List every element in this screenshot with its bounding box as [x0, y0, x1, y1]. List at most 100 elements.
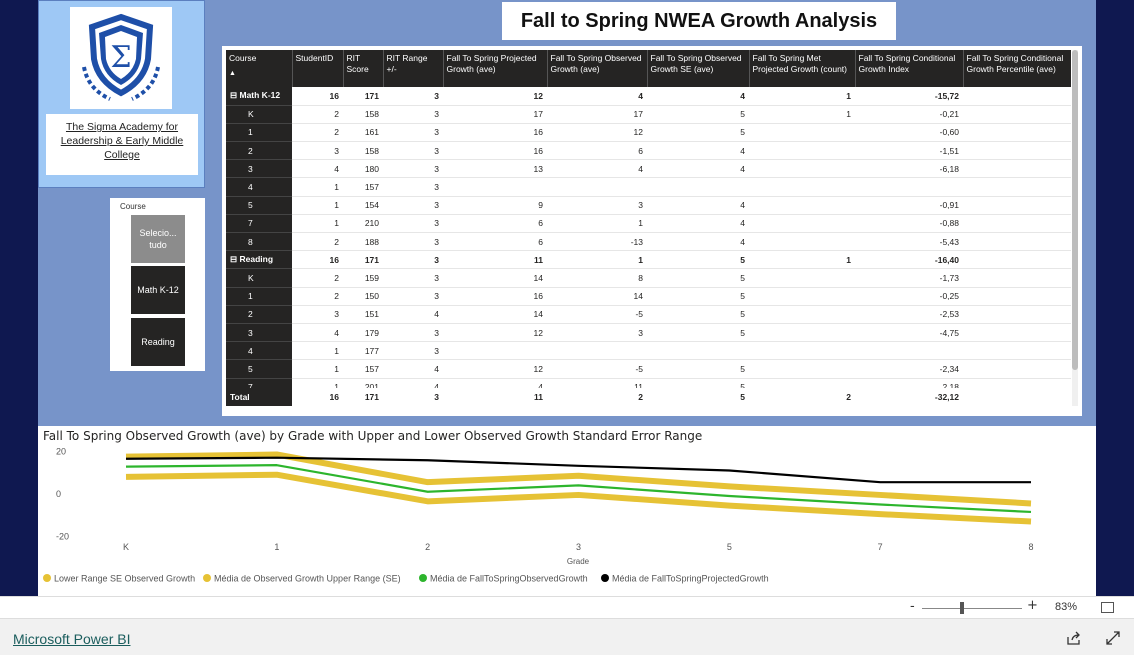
row-header-cell: 3 — [226, 159, 292, 179]
table-group-row[interactable]: ⊟ Math K-1216171312441-15,7216 — [226, 87, 1071, 106]
table-row[interactable]: 12161316125-0,6027 — [226, 123, 1071, 143]
table-cell: 4 — [547, 159, 647, 179]
table-cell: 154 — [343, 196, 383, 215]
school-name-link[interactable]: The Sigma Academy for Leadership & Early… — [46, 114, 198, 175]
table-cell: 1 — [749, 105, 855, 124]
total-cell: 16 — [292, 387, 343, 406]
column-header[interactable]: Course ▲ — [226, 50, 293, 87]
table-row[interactable]: 51157412-55-2,341 — [226, 359, 1071, 379]
table-cell: -0,21 — [855, 105, 963, 124]
table-row[interactable]: 4 1 177 3 — [226, 341, 1071, 361]
table-cell — [855, 177, 963, 197]
column-header[interactable]: RIT Range +/- — [383, 50, 444, 87]
column-header[interactable]: StudentID — [292, 50, 344, 87]
table-cell — [749, 141, 855, 161]
fit-to-page-icon[interactable] — [1101, 602, 1114, 613]
zoom-slider-handle[interactable] — [960, 602, 964, 614]
table-cell: 16 — [292, 87, 343, 106]
table-row[interactable]: 511543934-0,9118 — [226, 196, 1071, 215]
column-header[interactable]: Fall To Spring Conditional Growth Percen… — [963, 50, 1071, 87]
table-row[interactable]: K215931485 -1,7326 — [226, 268, 1071, 288]
row-header-cell: 4 — [226, 177, 292, 197]
power-bi-link[interactable]: Microsoft Power BI — [13, 631, 130, 647]
legend-label[interactable]: Lower Range SE Observed Growth — [54, 574, 195, 584]
table-cell: 26 — [963, 268, 1071, 288]
table-cell: 19 — [963, 214, 1071, 234]
table-cell: -5 — [547, 359, 647, 379]
column-header[interactable]: RIT Score — [343, 50, 384, 87]
table-cell: 16 — [443, 287, 547, 306]
x-tick-label: 1 — [274, 542, 279, 552]
legend-label[interactable]: Média de FallToSpringProjectedGrowth — [612, 574, 769, 584]
table-row[interactable]: 3417931235-4,7518 — [226, 323, 1071, 343]
table-cell: 158 — [343, 105, 383, 124]
table-cell: 14 — [443, 268, 547, 288]
table-cell — [443, 177, 547, 197]
zoom-out-button[interactable]: - — [910, 599, 915, 614]
share-icon[interactable] — [1066, 631, 1082, 645]
table-cell: 1 — [292, 196, 343, 215]
table-cell: 3 — [383, 341, 443, 361]
table-row[interactable]: 712103614-0,8819 — [226, 214, 1071, 234]
legend-marker — [203, 574, 211, 582]
slicer-option-reading[interactable]: Reading — [131, 318, 185, 366]
fullscreen-icon[interactable] — [1106, 631, 1120, 645]
table-cell: 1 — [292, 177, 343, 197]
table-row[interactable]: 4 1 157 3 — [226, 177, 1071, 197]
column-header[interactable]: Fall To Spring Observed Growth SE (ave) — [647, 50, 750, 87]
row-header-cell: 4 — [226, 341, 292, 361]
table-cell: 18 — [963, 196, 1071, 215]
y-tick-label: 0 — [56, 489, 61, 499]
table-cell — [443, 341, 547, 361]
table-cell: 171 — [343, 250, 383, 270]
row-header-cell: K — [226, 105, 292, 124]
legend-label[interactable]: Média de Observed Growth Upper Range (SE… — [214, 574, 401, 584]
total-cell: -32,12 — [855, 387, 963, 406]
column-header[interactable]: Fall To Spring Projected Growth (ave) — [443, 50, 548, 87]
slicer-option-math[interactable]: Math K-12 — [131, 266, 185, 314]
table-cell: 4 — [547, 87, 647, 106]
table-cell: 4 — [292, 159, 343, 179]
table-cell: 1 — [292, 214, 343, 234]
table-row[interactable]: K21583171751-0,2146 — [226, 105, 1071, 124]
table-cell: 46 — [963, 105, 1071, 124]
column-header[interactable]: Fall To Spring Observed Growth (ave) — [547, 50, 648, 87]
table-cell: 3 — [292, 305, 343, 324]
table-row[interactable]: 8218836-134 -5,431 — [226, 232, 1071, 252]
table-scroll-thumb[interactable] — [1072, 50, 1078, 370]
table-cell — [749, 359, 855, 379]
zoom-in-button[interactable]: + — [1027, 598, 1038, 613]
table-row[interactable]: 3418031344-6,188 — [226, 159, 1071, 179]
shield-icon: Σ — [82, 13, 160, 101]
table-group-row[interactable]: ⊟ Reading16171311151-16,4018 — [226, 250, 1071, 270]
table-cell — [547, 177, 647, 197]
table-cell: 3 — [383, 196, 443, 215]
table-cell: 12 — [443, 87, 547, 106]
zoom-slider-track[interactable] — [922, 608, 1022, 609]
table-cell: -1,51 — [855, 141, 963, 161]
table-cell: 5 — [647, 323, 749, 343]
table-cell: -15,72 — [855, 87, 963, 106]
legend-label[interactable]: Média de FallToSpringObservedGrowth — [430, 574, 588, 584]
table-cell: -0,25 — [855, 287, 963, 306]
table-cell — [749, 177, 855, 197]
table-cell: -0,60 — [855, 123, 963, 143]
table-row[interactable]: 2315831664-1,517 — [226, 141, 1071, 161]
table-cell: 16 — [963, 87, 1071, 106]
table-cell: 3 — [383, 123, 443, 143]
table-row[interactable]: 23151414-55 -2,531 — [226, 305, 1071, 324]
table-cell: -5,43 — [855, 232, 963, 252]
total-cell: 171 — [343, 387, 383, 406]
row-header-cell: 2 — [226, 141, 292, 161]
table-row[interactable]: 12150316145 -0,2540 — [226, 287, 1071, 306]
column-header[interactable]: Fall To Spring Conditional Growth Index — [855, 50, 964, 87]
row-header-cell: 1 — [226, 287, 292, 306]
table-cell: 3 — [383, 323, 443, 343]
table-cell: 12 — [443, 359, 547, 379]
sort-ascending-icon[interactable]: ▲ — [229, 68, 289, 79]
table-cell: 5 — [647, 287, 749, 306]
column-header[interactable]: Fall To Spring Met Projected Growth (cou… — [749, 50, 856, 87]
table-cell: 1 — [749, 250, 855, 270]
table-cell: 4 — [383, 305, 443, 324]
slicer-option-select-all[interactable]: Selecio... tudo — [131, 215, 185, 263]
